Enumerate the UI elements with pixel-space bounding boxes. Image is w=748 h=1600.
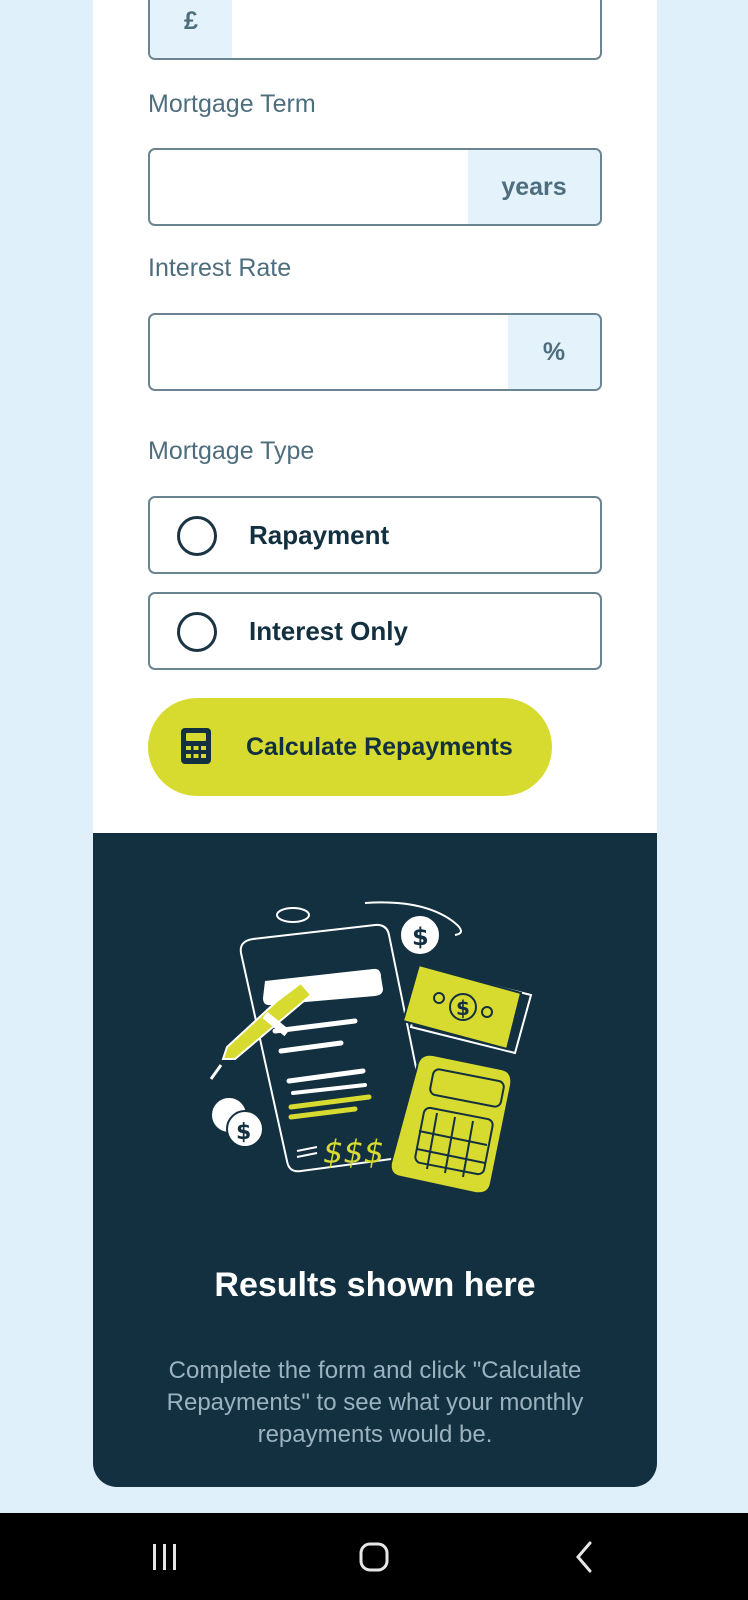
interest-rate-label: Interest Rate	[148, 254, 292, 282]
calculate-repayments-button[interactable]: Calculate Repayments	[148, 698, 552, 796]
radio-repayment[interactable]: Rapayment	[148, 496, 602, 574]
radio-circle[interactable]	[177, 612, 217, 652]
empty-results-illustration: $$$ $ $ $	[205, 873, 545, 1218]
back-icon	[576, 1541, 592, 1572]
results-title: Results shown here	[214, 1266, 536, 1304]
svg-text:$: $	[456, 996, 470, 1020]
svg-text:$: $	[236, 1120, 251, 1145]
recent-apps-icon	[153, 1543, 176, 1570]
mortgage-term-label: Mortgage Term	[148, 90, 316, 118]
radio-circle[interactable]	[177, 516, 217, 556]
back-button[interactable]	[544, 1513, 624, 1600]
home-icon	[359, 1542, 389, 1571]
results-description: Complete the form and click "Calculate R…	[166, 1357, 584, 1448]
interest-rate-field[interactable]: %	[148, 313, 602, 391]
currency-prefix: £	[150, 0, 232, 58]
dollar-signs-text: $$$	[323, 1133, 384, 1171]
svg-text:$: $	[412, 923, 429, 951]
mortgage-amount-input[interactable]	[240, 0, 590, 58]
results-panel: $$$ $ $ $ Results shown here Complete th…	[93, 833, 657, 1487]
system-navigation-bar	[0, 1513, 748, 1600]
percent-suffix: %	[508, 315, 600, 389]
calculator-icon	[181, 728, 211, 769]
radio-interest-only[interactable]: Interest Only	[148, 592, 602, 670]
radio-interest-only-label: Interest Only	[249, 615, 408, 646]
interest-rate-input[interactable]	[166, 315, 496, 389]
calculate-repayments-label: Calculate Repayments	[246, 732, 513, 761]
radio-repayment-label: Rapayment	[249, 519, 390, 550]
mortgage-term-input[interactable]	[166, 150, 456, 224]
recent-apps-button[interactable]	[125, 1513, 205, 1600]
mortgage-type-label: Mortgage Type	[148, 437, 315, 465]
home-button[interactable]	[334, 1513, 414, 1600]
years-suffix: years	[468, 150, 600, 224]
mortgage-term-field[interactable]: years	[148, 148, 602, 226]
mortgage-amount-field[interactable]: £	[148, 0, 602, 60]
